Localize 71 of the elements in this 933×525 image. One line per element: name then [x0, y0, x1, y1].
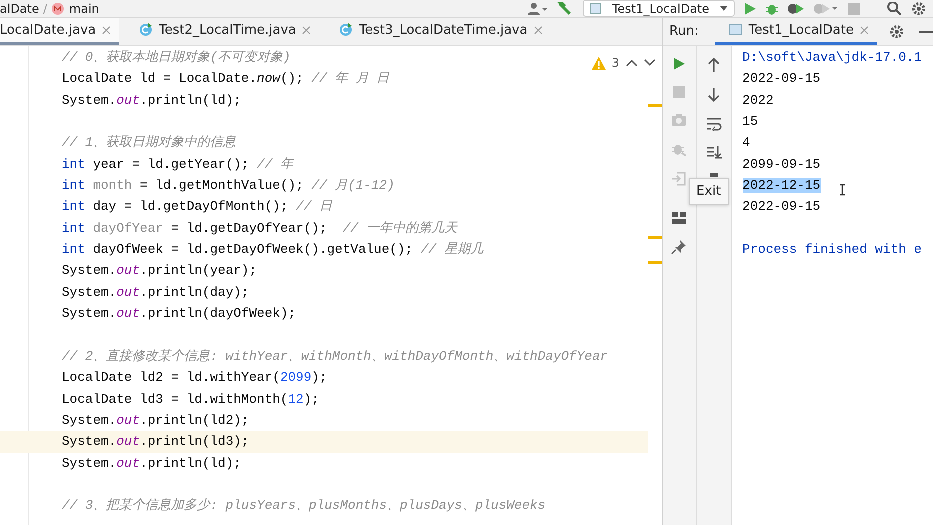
- console-line: 4: [742, 135, 750, 150]
- code-line: int year = ld.getYear(); // 年: [62, 156, 294, 172]
- code-line: System.out.println(ld2);: [62, 412, 250, 428]
- console-line: Process finished with e: [742, 242, 922, 258]
- coverage-icon[interactable]: [787, 2, 805, 16]
- arrow-down-icon[interactable]: [706, 87, 721, 103]
- run-configuration-dropdown[interactable]: Test1_LocalDate: [583, 0, 735, 17]
- code-line: int dayOfWeek = ld.getDayOfWeek().getValue(); // 星期几: [62, 242, 484, 258]
- code-line: System.out.println(day);: [62, 284, 250, 300]
- module-icon: [51, 2, 66, 16]
- code-line: int day = ld.getDayOfMonth(); // 日: [62, 199, 332, 214]
- breadcrumb-item[interactable]: main: [69, 2, 100, 16]
- settings-icon[interactable]: [911, 2, 927, 16]
- code-line: // 1、获取日期对象中的信息: [62, 135, 236, 150]
- breadcrumb-item[interactable]: alDate: [0, 2, 40, 16]
- wrap-icon[interactable]: [706, 117, 722, 131]
- console-line: 15: [742, 114, 758, 130]
- code-line: // 0、获取本地日期对象(不可变对象): [62, 50, 291, 65]
- warning-marker[interactable]: [648, 261, 662, 264]
- rerun-icon[interactable]: [672, 57, 686, 71]
- warning-marker[interactable]: [648, 236, 662, 239]
- settings-icon[interactable]: [889, 24, 905, 40]
- editor-tab[interactable]: Test2_LocalTime.java: [127, 18, 320, 45]
- class-file-icon: [139, 23, 154, 37]
- close-icon[interactable]: [534, 26, 543, 34]
- close-icon[interactable]: [302, 26, 312, 34]
- console-line: D:\soft\Java\jdk-17.0.1: [742, 50, 922, 65]
- tooltip: Exit: [688, 178, 730, 205]
- console-line: 2022: [742, 92, 774, 108]
- code-line: System.out.println(ld);: [62, 456, 242, 471]
- console-line: 2022-09-15: [742, 71, 821, 86]
- run-tab[interactable]: Test1_LocalDate: [714, 18, 877, 45]
- code-line: // 2、直接修改某个信息: withYear、withMonth、withDayOfMonth、withDayOfYear: [62, 348, 608, 364]
- window-icon: [728, 24, 743, 36]
- window-icon: [590, 2, 602, 14]
- pin-icon[interactable]: [671, 239, 688, 255]
- run-label: Run:: [668, 24, 700, 39]
- code-line: LocalDate ld = LocalDate.now(); // 年 月 日: [62, 71, 390, 86]
- code-line: int dayOfYear = ld.getDayOfYear(); // 一年中的第几天: [62, 220, 458, 236]
- console-line: 2099-09-15: [742, 156, 821, 172]
- minimize-icon[interactable]: [919, 30, 933, 34]
- code-line: int month = ld.getMonthValue(); // 月(1-12): [62, 178, 395, 194]
- code-line: // 3、把某个信息加多少: plusYears、plusMonths、plusDays、plusWeeks: [62, 498, 546, 514]
- close-icon[interactable]: [102, 26, 112, 34]
- text-cursor-icon: [838, 184, 846, 196]
- code-line: LocalDate ld2 = ld.withYear(2099);: [62, 370, 328, 386]
- breadcrumb-separator: /: [43, 2, 48, 16]
- code-line: System.out.println(dayOfWeek);: [62, 306, 296, 322]
- chevron-down-icon[interactable]: [644, 59, 656, 67]
- arrow-up-icon[interactable]: [706, 57, 721, 73]
- run-icon[interactable]: [743, 2, 757, 16]
- code-line: System.out.println(year);: [62, 263, 258, 278]
- person-icon[interactable]: [527, 2, 549, 16]
- code-line: LocalDate ld3 = ld.withMonth(12);: [62, 392, 320, 406]
- stop-icon[interactable]: [847, 2, 861, 16]
- search-icon[interactable]: [887, 2, 903, 16]
- editor-tab[interactable]: LocalDate.java: [0, 18, 120, 45]
- console-line: 2022-09-15: [742, 199, 821, 214]
- caret-icon: [720, 6, 728, 12]
- code-line: System.out.println(ld);: [62, 92, 242, 108]
- warning-icon: [592, 56, 606, 70]
- code-line: System.out.println(ld3);: [62, 434, 250, 450]
- layout-icon[interactable]: [671, 211, 688, 225]
- warning-count[interactable]: 3: [612, 56, 620, 70]
- profiler-icon[interactable]: [813, 2, 839, 16]
- class-file-icon: [339, 23, 354, 37]
- warning-marker[interactable]: [648, 104, 662, 107]
- close-icon[interactable]: [860, 26, 869, 34]
- scroll-to-end-icon[interactable]: [706, 145, 722, 159]
- chevron-up-icon[interactable]: [626, 59, 638, 67]
- editor-tab[interactable]: Test3_LocalDateTime.java: [327, 18, 551, 45]
